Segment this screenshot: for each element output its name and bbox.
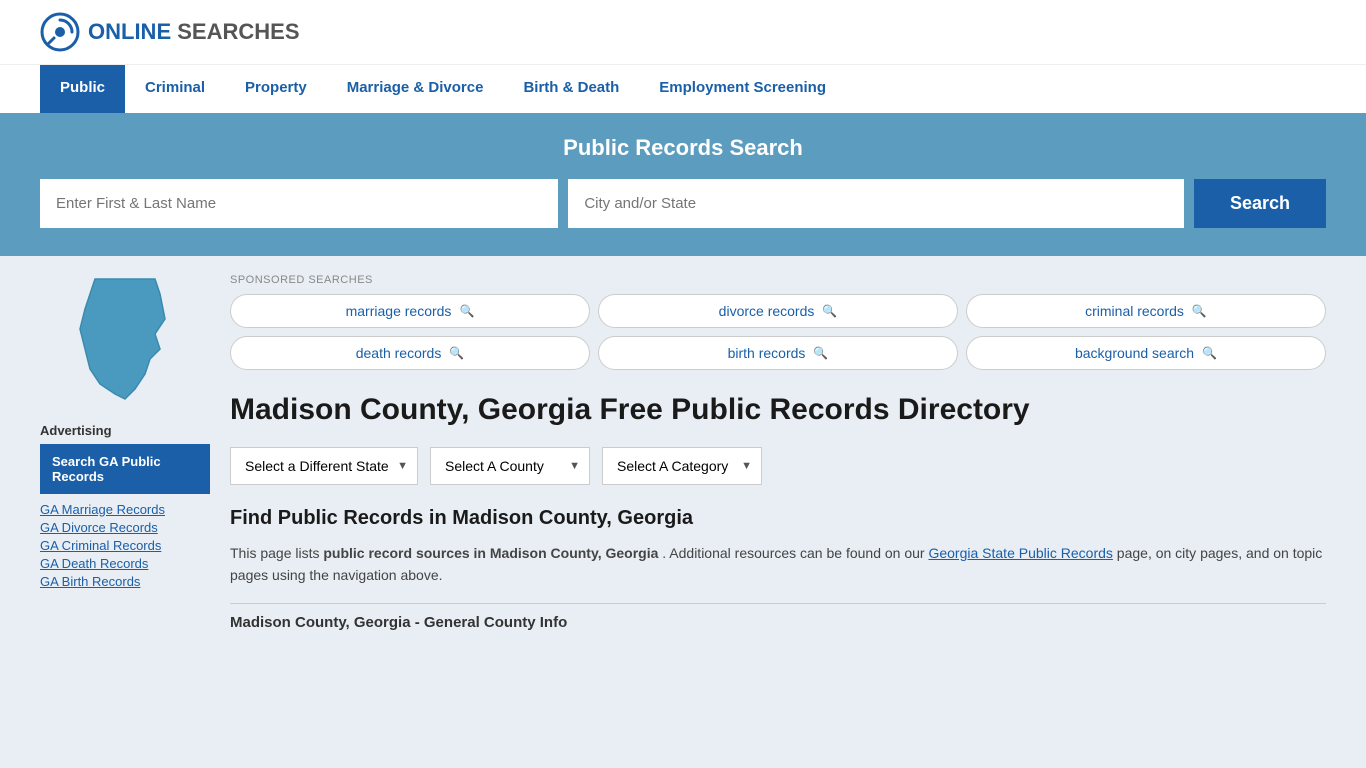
sponsored-item-marriage[interactable]: marriage records 🔍: [230, 294, 590, 328]
search-icon-divorce: 🔍: [822, 304, 837, 318]
dropdowns-row: Select a Different State Select A County…: [230, 447, 1326, 485]
state-dropdown[interactable]: Select a Different State: [230, 447, 418, 485]
find-text-1: This page lists: [230, 545, 323, 561]
logo[interactable]: ONLINE SEARCHES: [40, 12, 300, 52]
main-nav: Public Criminal Property Marriage & Divo…: [0, 64, 1366, 113]
header: ONLINE SEARCHES: [0, 0, 1366, 64]
sponsored-item-divorce[interactable]: divorce records 🔍: [598, 294, 958, 328]
find-title: Find Public Records in Madison County, G…: [230, 507, 1326, 530]
georgia-state-link[interactable]: Georgia State Public Records: [928, 545, 1112, 561]
sponsored-item-criminal[interactable]: criminal records 🔍: [966, 294, 1326, 328]
sponsored-grid: marriage records 🔍 divorce records 🔍 cri…: [230, 294, 1326, 370]
county-dropdown[interactable]: Select A County: [430, 447, 590, 485]
search-icon-death: 🔍: [449, 346, 464, 360]
adv-link-birth[interactable]: GA Birth Records: [40, 574, 210, 589]
find-text-bold: public record sources in Madison County,…: [323, 545, 658, 561]
nav-item-public[interactable]: Public: [40, 65, 125, 113]
city-input[interactable]: [568, 179, 1184, 228]
nav-item-marriage-divorce[interactable]: Marriage & Divorce: [327, 65, 504, 113]
logo-searches-text: SEARCHES: [177, 19, 299, 44]
adv-link-divorce[interactable]: GA Divorce Records: [40, 520, 210, 535]
sponsored-item-birth[interactable]: birth records 🔍: [598, 336, 958, 370]
category-dropdown[interactable]: Select A Category: [602, 447, 762, 485]
main-content: Advertising Search GA Public Records GA …: [0, 256, 1366, 649]
state-map: [40, 274, 210, 407]
sponsored-section: SPONSORED SEARCHES marriage records 🔍 di…: [230, 274, 1326, 370]
find-text-2: . Additional resources can be found on o…: [662, 545, 928, 561]
state-dropdown-wrap: Select a Different State: [230, 447, 418, 485]
search-icon-background: 🔍: [1202, 346, 1217, 360]
nav-item-birth-death[interactable]: Birth & Death: [503, 65, 639, 113]
sponsored-item-background[interactable]: background search 🔍: [966, 336, 1326, 370]
search-button[interactable]: Search: [1194, 179, 1326, 228]
adv-link-criminal[interactable]: GA Criminal Records: [40, 538, 210, 553]
advertising-banner[interactable]: Search GA Public Records: [40, 444, 210, 494]
adv-link-death[interactable]: GA Death Records: [40, 556, 210, 571]
name-input[interactable]: [40, 179, 558, 228]
advertising-links: GA Marriage Records GA Divorce Records G…: [40, 502, 210, 589]
nav-item-property[interactable]: Property: [225, 65, 327, 113]
category-dropdown-wrap: Select A Category: [602, 447, 762, 485]
georgia-map-icon: [70, 274, 180, 404]
page-content: SPONSORED SEARCHES marriage records 🔍 di…: [230, 274, 1326, 631]
search-icon-criminal: 🔍: [1192, 304, 1207, 318]
search-icon-marriage: 🔍: [459, 304, 474, 318]
find-description: This page lists public record sources in…: [230, 542, 1326, 587]
search-icon-birth: 🔍: [813, 346, 828, 360]
sponsored-label: SPONSORED SEARCHES: [230, 274, 1326, 286]
logo-online-text: ONLINE: [88, 19, 171, 44]
search-row: Search: [40, 179, 1326, 228]
logo-icon: [40, 12, 80, 52]
sponsored-item-death[interactable]: death records 🔍: [230, 336, 590, 370]
county-info-header: Madison County, Georgia - General County…: [230, 603, 1326, 631]
advertising-label: Advertising: [40, 423, 210, 438]
search-band: Public Records Search Search: [0, 113, 1366, 256]
adv-link-marriage[interactable]: GA Marriage Records: [40, 502, 210, 517]
nav-item-employment[interactable]: Employment Screening: [639, 65, 846, 113]
nav-item-criminal[interactable]: Criminal: [125, 65, 225, 113]
county-dropdown-wrap: Select A County: [430, 447, 590, 485]
search-band-title: Public Records Search: [40, 135, 1326, 161]
sidebar: Advertising Search GA Public Records GA …: [40, 274, 210, 631]
page-title: Madison County, Georgia Free Public Reco…: [230, 390, 1326, 429]
